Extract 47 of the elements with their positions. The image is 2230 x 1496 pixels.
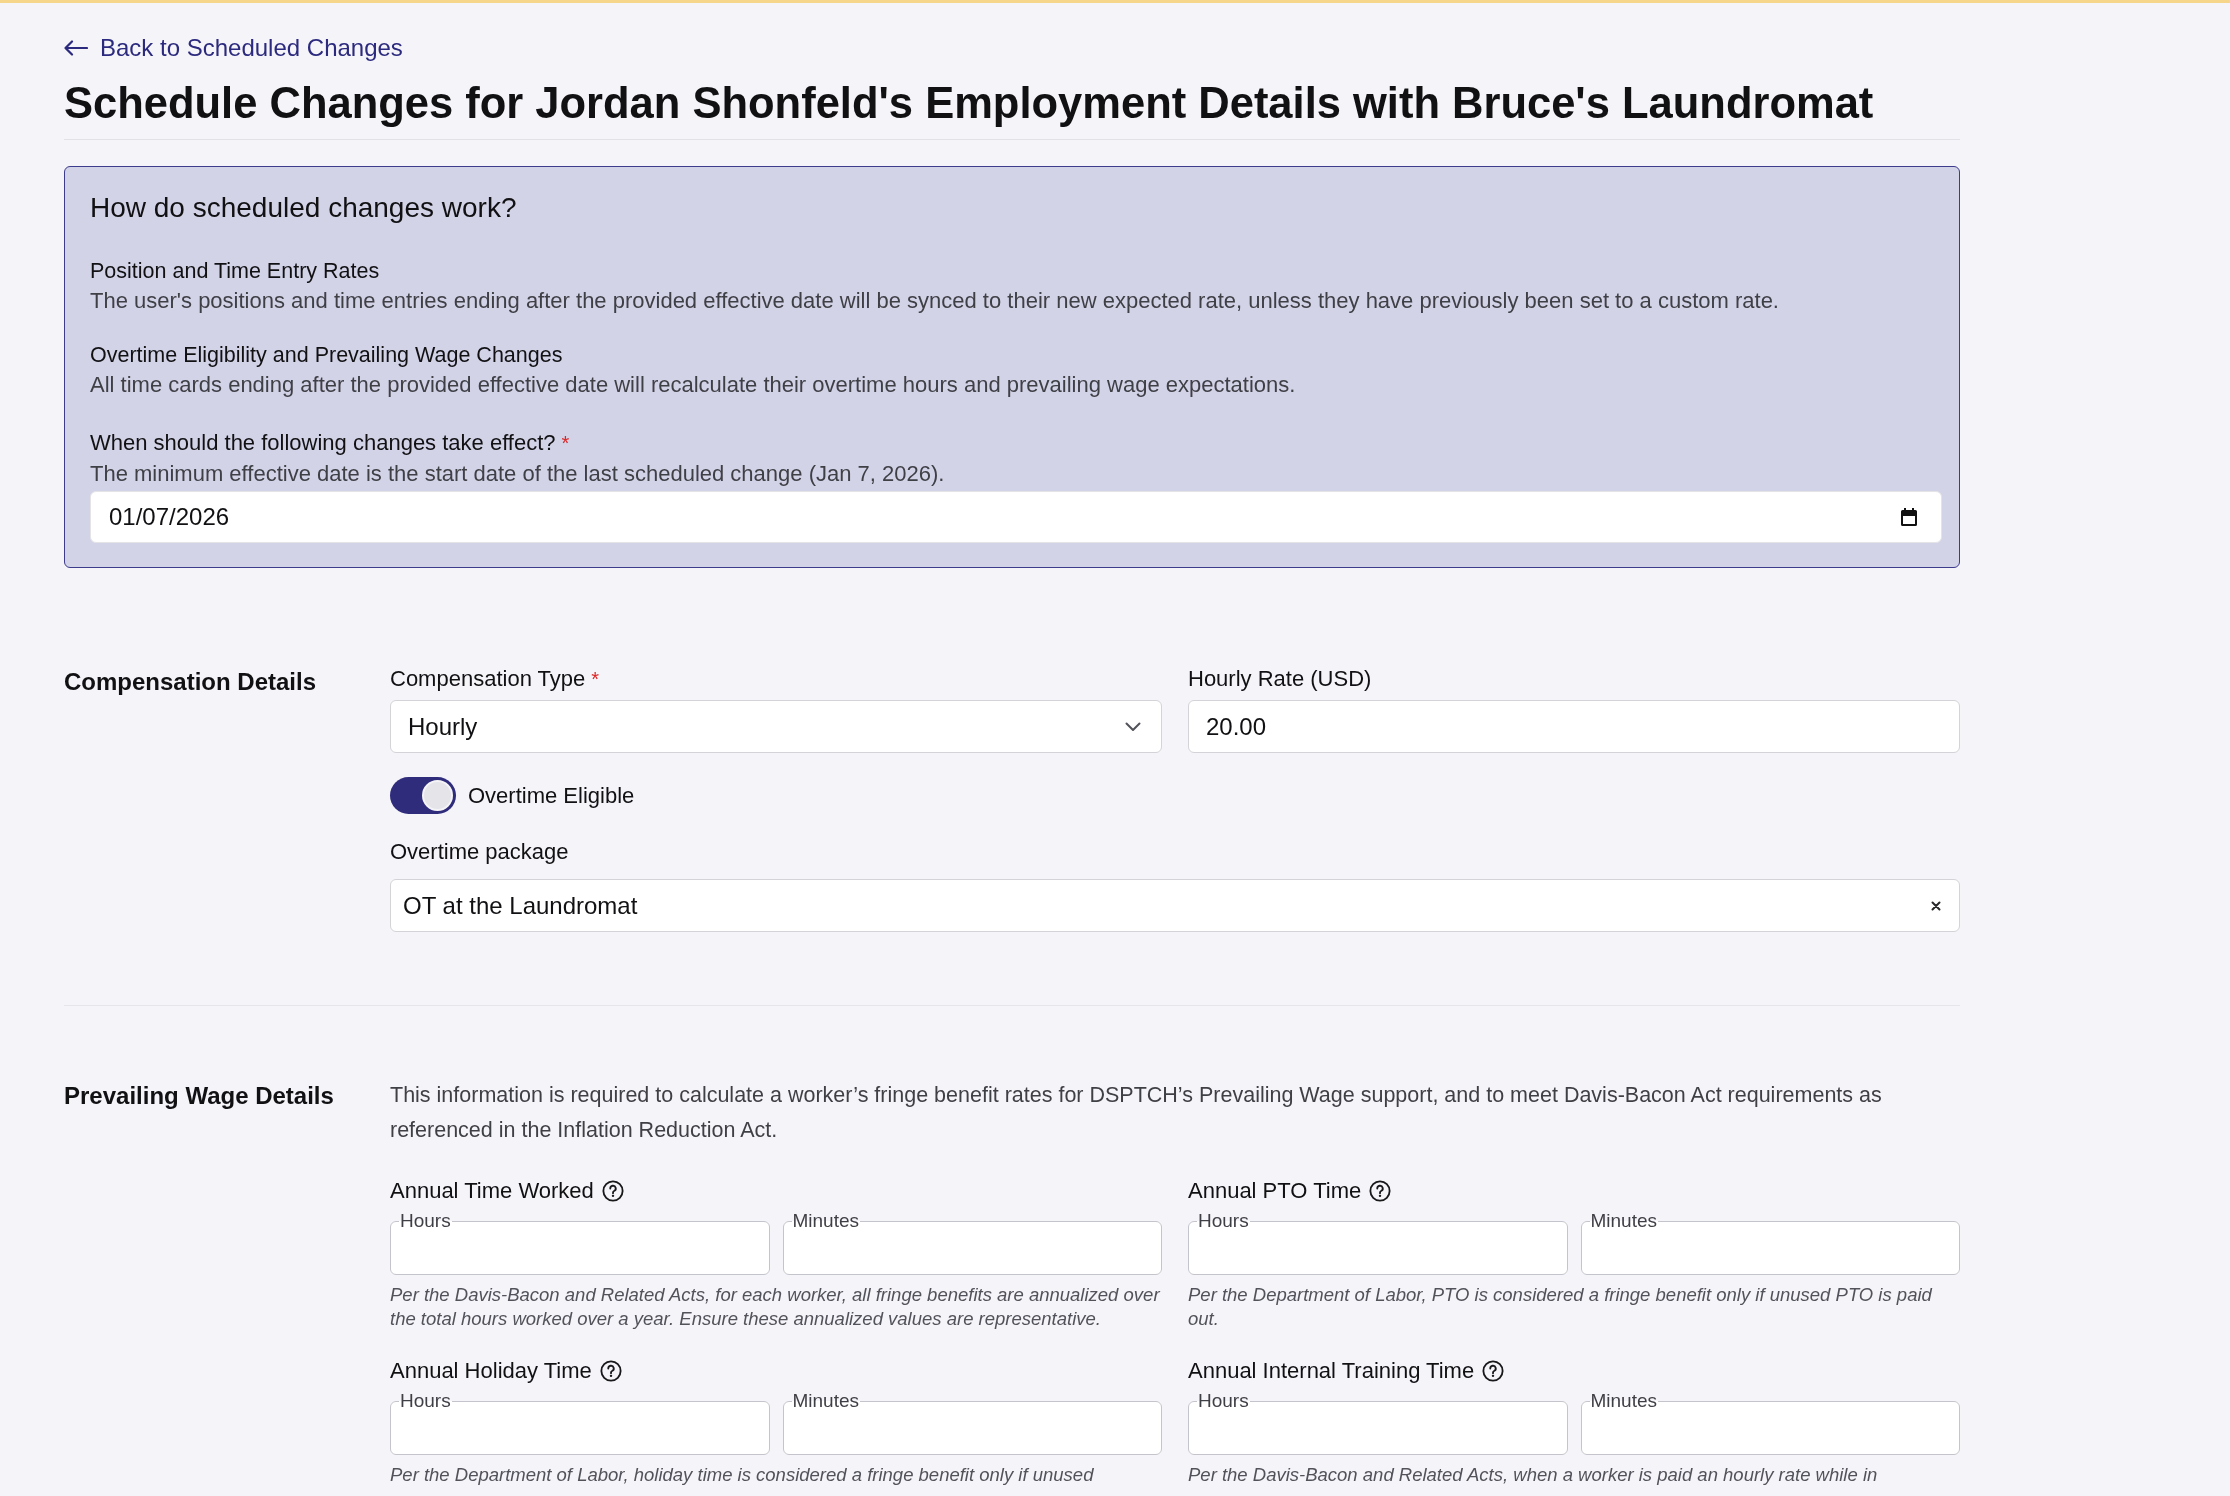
clear-icon[interactable] (1931, 900, 1941, 911)
combobox-field[interactable]: OT at the Laundromat (390, 879, 1960, 932)
select-field[interactable]: Hourly (390, 700, 1162, 753)
input-field[interactable]: Minutes (782, 1391, 1162, 1455)
help-icon[interactable] (1482, 1360, 1505, 1382)
help-icon[interactable] (599, 1360, 622, 1382)
section-heading: Overtime Eligibility and Prevailing Wage Changes (90, 342, 564, 369)
field-label: Compensation Type (390, 665, 586, 693)
page-title: Schedule Changes for Jordan Shonfeld's Employment Details with Bruce's Laundromat (64, 78, 1875, 128)
note-text: Per the Department of Labor, holiday time is considered a fringe benefit only if unused (390, 1463, 1095, 1487)
section-heading: Position and Time Entry Rates (90, 258, 381, 285)
input-field[interactable]: Hours (390, 1391, 770, 1455)
field-label: When should the following changes take effect? (90, 429, 556, 457)
date-field[interactable]: 01/07/2026 (90, 491, 1942, 543)
input-field[interactable]: Hours (1188, 1391, 1568, 1455)
note-text: Per the Department of Labor, PTO is considered a fringe benefit only if unused PTO is paid out. (1188, 1283, 1934, 1331)
field-label: Overtime package (390, 838, 569, 866)
back-link[interactable]: Back to Scheduled Changes (64, 33, 403, 63)
help-icon[interactable] (1369, 1180, 1392, 1202)
note-text: Per the Davis-Bacon and Related Acts, for each worker, all fringe benefits are annualized over the total hours worked over a year. Ensure these annualized values are representative. (390, 1283, 1162, 1331)
required-mark: * (561, 431, 570, 456)
field-label: Annual Time Worked (390, 1177, 594, 1205)
arrow-left-icon (64, 40, 88, 56)
input-field[interactable]: Minutes (1580, 1391, 1960, 1455)
input-field[interactable]: Minutes (782, 1211, 1162, 1275)
help-text: The minimum effective date is the start date of the last scheduled change (Jan 7, 2026). (90, 460, 946, 488)
section-title: Compensation Details (64, 667, 318, 697)
section-title: Prevailing Wage Details (64, 1081, 335, 1111)
description-text: This information is required to calculate a worker’s fringe benefit rates for DSPTCH’s Prevailing Wage support, and to meet Davis-Bacon Act requirements as referenced in the Inflation Reduction Act. (390, 1082, 1883, 1144)
input-field[interactable]: Hours (1188, 1211, 1568, 1275)
section-text: All time cards ending after the provided effective date will recalculate their overtime hours and prevailing wage expectations. (90, 371, 1297, 399)
field-label: Annual Holiday Time (390, 1357, 592, 1385)
toggle-label: Overtime Eligible (468, 781, 635, 810)
field-label: Annual PTO Time (1188, 1177, 1362, 1205)
info-title: How do scheduled changes work? (90, 191, 518, 225)
input-field[interactable]: 20.00 (1188, 700, 1960, 753)
note-text: Per the Davis-Bacon and Related Acts, when a worker is paid an hourly rate while in (1188, 1463, 1879, 1487)
help-icon[interactable] (601, 1180, 624, 1202)
section-text: The user's positions and time entries ending after the provided effective date will be synced to their new expected rate, unless they have previously been set to a custom rate. (90, 287, 1780, 315)
toggle-switch[interactable] (390, 777, 456, 814)
input-field[interactable]: Minutes (1580, 1211, 1960, 1275)
chevron-down-icon (1125, 721, 1141, 732)
input-field[interactable]: Hours (390, 1211, 770, 1275)
field-label: Annual Internal Training Time (1188, 1357, 1475, 1385)
required-mark: * (591, 667, 600, 692)
calendar-icon[interactable] (1899, 507, 1919, 527)
field-label: Hourly Rate (USD) (1188, 665, 1372, 693)
